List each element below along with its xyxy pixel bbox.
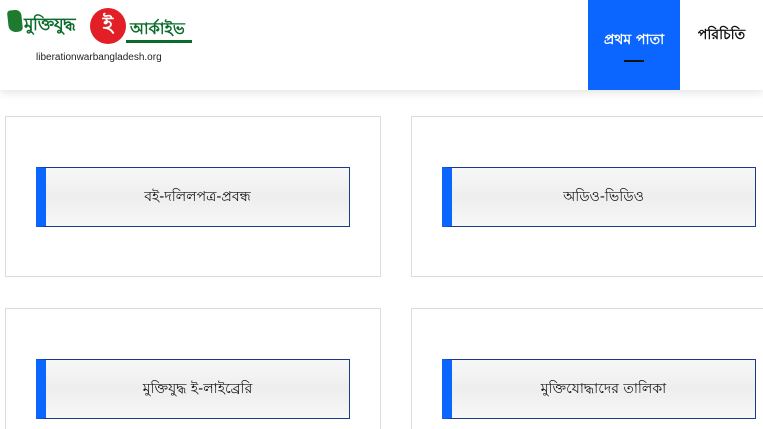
category-link-freedom-fighters-list[interactable]: মুক্তিযোদ্ধাদের তালিকা — [442, 359, 756, 419]
category-card: বই-দলিলপত্র-প্রবন্ধ — [5, 116, 381, 277]
category-label: মুক্তিযোদ্ধাদের তালিকা — [540, 381, 667, 397]
logo-word-muktijuddho: মুক্তিযুদ্ধ — [24, 15, 76, 35]
logo-underline — [126, 40, 192, 43]
active-indicator — [624, 60, 644, 62]
logo-circle-letter: ই — [102, 11, 114, 36]
category-card: মুক্তিযুদ্ধ ই-লাইব্রেরি — [5, 308, 381, 429]
nav-about-label: পরিচিতি — [697, 27, 746, 43]
category-card: মুক্তিযোদ্ধাদের তালিকা — [411, 308, 763, 429]
bangladesh-map-icon — [6, 9, 24, 33]
logo-word-archive: আর্কাইভ — [130, 19, 185, 38]
category-label: মুক্তিযুদ্ধ ই-লাইব্রেরি — [142, 381, 253, 397]
nav-home-label: প্রথম পাতা — [603, 32, 665, 48]
logo-url: liberationwarbangladesh.org — [36, 52, 162, 63]
category-label: বই-দলিলপত্র-প্রবন্ধ — [144, 189, 251, 205]
site-logo[interactable]: মুক্তিযুদ্ধ ই আর্কাইভ liberationwarbangl… — [6, 6, 198, 66]
category-label: অডিও-ভিডিও — [563, 189, 644, 205]
category-card: অডিও-ভিডিও — [411, 116, 763, 277]
logo-circle-icon: ই — [90, 8, 126, 44]
category-link-audio-video[interactable]: অডিও-ভিডিও — [442, 167, 756, 227]
site-header: মুক্তিযুদ্ধ ই আর্কাইভ liberationwarbangl… — [0, 0, 763, 90]
category-link-e-library[interactable]: মুক্তিযুদ্ধ ই-লাইব্রেরি — [36, 359, 350, 419]
logo-mark: মুক্তিযুদ্ধ ই আর্কাইভ — [6, 6, 198, 46]
nav-home-tab[interactable]: প্রথম পাতা — [588, 0, 680, 90]
nav-about-tab[interactable]: পরিচিতি — [680, 0, 763, 70]
category-link-books-documents[interactable]: বই-দলিলপত্র-প্রবন্ধ — [36, 167, 350, 227]
